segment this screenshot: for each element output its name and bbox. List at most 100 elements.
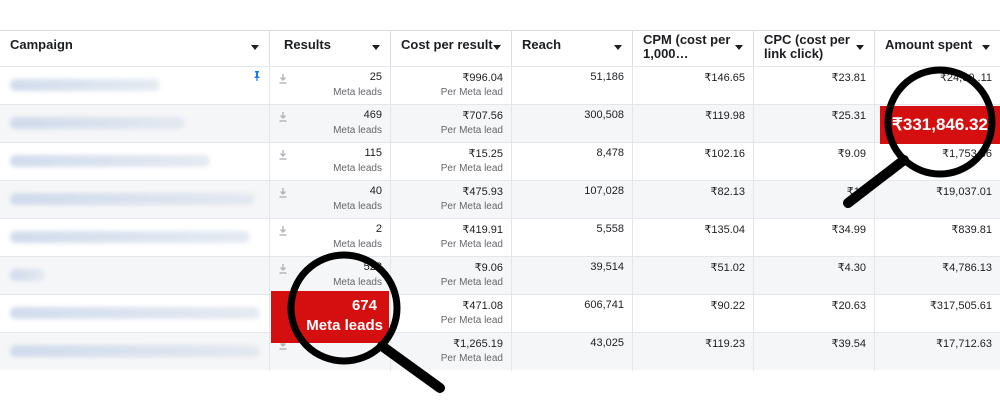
cost-per-result-label: Per Meta lead bbox=[440, 353, 503, 364]
download-icon[interactable] bbox=[278, 149, 288, 161]
cpc-cell: ₹20.63 bbox=[754, 295, 875, 333]
reach-cell: 606,741 bbox=[512, 295, 633, 333]
results-label: Meta leads bbox=[333, 125, 382, 136]
reach-value: 5,558 bbox=[596, 223, 624, 235]
cost-per-result-label: Per Meta lead bbox=[440, 163, 503, 174]
campaign-cell bbox=[0, 333, 270, 371]
redacted-campaign-name bbox=[10, 307, 260, 319]
cpm-value: ₹135.04 bbox=[704, 224, 745, 236]
column-header-cpm[interactable]: CPM (cost per 1,000… bbox=[633, 31, 754, 66]
download-icon[interactable] bbox=[278, 111, 288, 123]
cost-per-result-cell: ₹475.93 Per Meta lead bbox=[391, 181, 512, 219]
cpc-cell: ₹34.99 bbox=[754, 219, 875, 257]
amount-spent-cell: ₹317,505.61 bbox=[875, 295, 1000, 333]
download-icon[interactable] bbox=[278, 73, 288, 85]
caret-down-icon[interactable] bbox=[251, 45, 259, 50]
reach-value: 39,514 bbox=[590, 261, 624, 273]
cpc-value: ₹39.54 bbox=[831, 338, 866, 350]
cost-per-result-cell: ₹419.91 Per Meta lead bbox=[391, 219, 512, 257]
table-row[interactable]: 25 Meta leads ₹996.04 Per Meta lead 51,186 ₹1… bbox=[0, 66, 1000, 105]
results-label: Meta leads bbox=[333, 239, 382, 250]
cpc-value: ₹34.99 bbox=[831, 224, 866, 236]
cpm-cell: ₹119.98 bbox=[633, 105, 754, 143]
cost-per-result-value: ₹707.56 bbox=[462, 110, 503, 122]
cost-per-result-cell: ₹1,265.19 Per Meta lead bbox=[391, 333, 512, 371]
column-label: Amount spent bbox=[885, 37, 973, 52]
results-cell: 469 Meta leads bbox=[270, 105, 391, 143]
table-row[interactable]: 469 Meta leads ₹707.56 Per Meta lead 300,508… bbox=[0, 104, 1000, 143]
column-header-campaign[interactable]: Campaign bbox=[0, 31, 270, 66]
amount-spent-value: ₹1,753.66 bbox=[942, 148, 992, 160]
caret-down-icon[interactable] bbox=[372, 45, 380, 50]
column-header-reach[interactable]: Reach bbox=[512, 31, 633, 66]
table-row[interactable]: 674 Meta leads ₹471.08 Per Meta lead 606,741… bbox=[0, 294, 1000, 333]
results-value: 115 bbox=[364, 147, 382, 159]
cpm-cell: ₹82.13 bbox=[633, 181, 754, 219]
campaign-cell bbox=[0, 257, 270, 295]
cost-per-result-value: ₹419.91 bbox=[462, 224, 503, 236]
results-cell: 528 Meta leads bbox=[270, 257, 391, 295]
cost-per-result-value: ₹1,265.19 bbox=[453, 338, 503, 350]
column-header-cost-per-result[interactable]: Cost per result bbox=[391, 31, 512, 66]
cpm-cell: ₹135.04 bbox=[633, 219, 754, 257]
results-label: Meta leads bbox=[333, 201, 382, 212]
cost-per-result-value: ₹9.06 bbox=[474, 262, 503, 274]
table-row[interactable]: ₹1,265.19 Per Meta lead 43,025 ₹119.23 ₹39.5… bbox=[0, 332, 1000, 371]
table-row[interactable]: 2 Meta leads ₹419.91 Per Meta lead 5,558 ₹135… bbox=[0, 218, 1000, 257]
amount-spent-cell: ₹24,90 .11 bbox=[875, 67, 1000, 105]
results-cell: 2 Meta leads bbox=[270, 219, 391, 257]
reach-cell: 43,025 bbox=[512, 333, 633, 371]
highlight-amount-spent: ₹331,846.32 bbox=[880, 106, 1000, 144]
column-header-results[interactable]: Results bbox=[270, 31, 391, 66]
redacted-campaign-name bbox=[10, 155, 210, 167]
results-label: Meta leads bbox=[333, 163, 382, 174]
pin-icon[interactable] bbox=[251, 70, 263, 82]
column-label: CPM (cost per 1,000… bbox=[643, 32, 731, 61]
results-cell: 115 Meta leads bbox=[270, 143, 391, 181]
results-value: 25 bbox=[369, 71, 382, 83]
caret-down-icon[interactable] bbox=[493, 45, 501, 50]
amount-spent-value: ₹19,037.01 bbox=[936, 186, 992, 198]
cpm-value: ₹82.13 bbox=[710, 186, 745, 198]
amount-spent-value: ₹24,90 .11 bbox=[939, 72, 992, 84]
caret-down-icon[interactable] bbox=[614, 45, 622, 50]
results-cell: 25 Meta leads bbox=[270, 67, 391, 105]
amount-spent-value: ₹317,505.61 bbox=[929, 300, 992, 312]
amount-spent-value: ₹17,712.63 bbox=[936, 338, 992, 350]
cpm-cell: ₹51.02 bbox=[633, 257, 754, 295]
amount-spent-cell: ₹19,037.01 bbox=[875, 181, 1000, 219]
results-value: 469 bbox=[363, 109, 382, 121]
caret-down-icon[interactable] bbox=[735, 45, 743, 50]
caret-down-icon[interactable] bbox=[982, 45, 990, 50]
reach-cell: 39,514 bbox=[512, 257, 633, 295]
cpm-value: ₹119.98 bbox=[705, 110, 745, 122]
cost-per-result-cell: ₹471.08 Per Meta lead bbox=[391, 295, 512, 333]
cost-per-result-label: Per Meta lead bbox=[440, 87, 503, 98]
column-header-cpc[interactable]: CPC (cost per link click) bbox=[754, 31, 875, 66]
table-row[interactable]: 115 Meta leads ₹15.25 Per Meta lead 8,478 ₹10… bbox=[0, 142, 1000, 181]
campaign-cell bbox=[0, 181, 270, 219]
cpm-value: ₹90.22 bbox=[710, 300, 745, 312]
amount-spent-value: ₹4,786.13 bbox=[942, 262, 992, 274]
table-row[interactable]: 528 Meta leads ₹9.06 Per Meta lead 39,514 ₹51… bbox=[0, 256, 1000, 295]
download-icon[interactable] bbox=[278, 225, 288, 237]
highlight-results-value: 674 bbox=[351, 297, 377, 314]
cpc-cell: ₹25.31 bbox=[754, 105, 875, 143]
cpc-value: ₹20.63 bbox=[831, 300, 866, 312]
cost-per-result-cell: ₹9.06 Per Meta lead bbox=[391, 257, 512, 295]
caret-down-icon[interactable] bbox=[856, 45, 864, 50]
redacted-campaign-name bbox=[10, 231, 250, 243]
cpc-value: ₹23.81 bbox=[831, 72, 866, 84]
download-icon[interactable] bbox=[278, 187, 288, 199]
results-label: Meta leads bbox=[333, 87, 382, 98]
column-label: Reach bbox=[522, 37, 562, 52]
table-row[interactable]: 40 Meta leads ₹475.93 Per Meta lead 107,028 ₹… bbox=[0, 180, 1000, 219]
cpm-cell: ₹90.22 bbox=[633, 295, 754, 333]
column-header-amount-spent[interactable]: Amount spent bbox=[875, 31, 1000, 66]
cpc-cell: ₹17 bbox=[754, 181, 875, 219]
download-icon[interactable] bbox=[278, 263, 288, 275]
results-label: Meta leads bbox=[333, 277, 382, 288]
cost-per-result-label: Per Meta lead bbox=[440, 277, 503, 288]
results-cell: 40 Meta leads bbox=[270, 181, 391, 219]
cost-per-result-cell: ₹15.25 Per Meta lead bbox=[391, 143, 512, 181]
